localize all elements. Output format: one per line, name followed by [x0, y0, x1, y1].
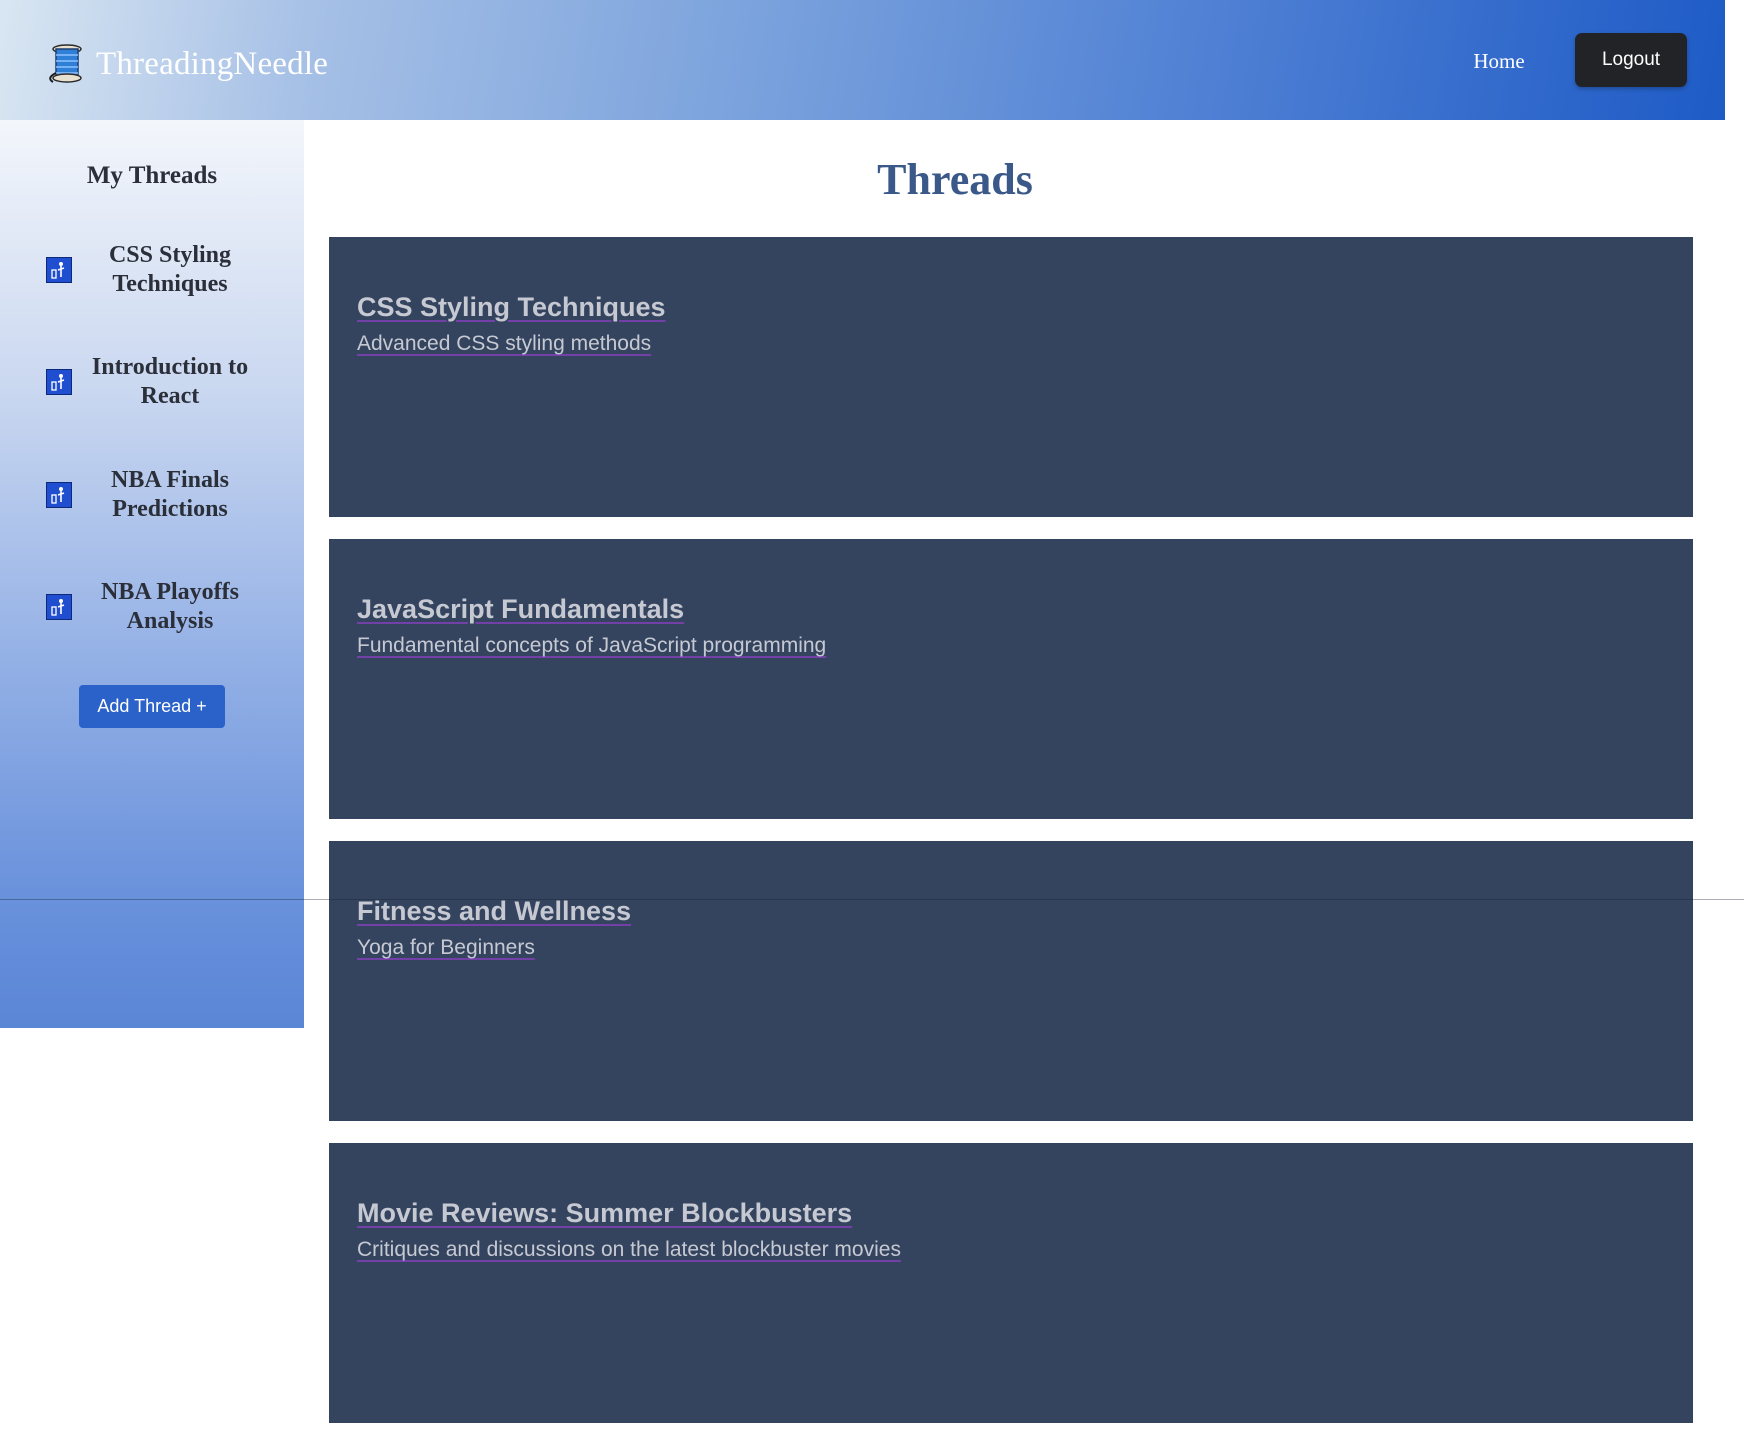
thread-card[interactable]: JavaScript Fundamentals Fundamental conc… [329, 539, 1693, 819]
top-header: ThreadingNeedle Home Logout [0, 0, 1725, 120]
thread-title[interactable]: Movie Reviews: Summer Blockbusters [357, 1198, 852, 1229]
sidebar-item-label: NBA Playoffs Analysis [101, 579, 239, 634]
thread-icon [46, 369, 72, 395]
thread-icon [46, 594, 72, 620]
thread-icon [46, 482, 72, 508]
page-title: Threads [877, 155, 1033, 204]
sidebar-item-label: NBA Finals Predictions [110, 467, 230, 522]
brand[interactable]: ThreadingNeedle [46, 40, 328, 88]
sidebar-item-css-styling-techniques[interactable]: CSS Styling Techniques [46, 238, 260, 302]
thread-title[interactable]: JavaScript Fundamentals [357, 594, 684, 625]
sidebar-title: My Threads [86, 162, 218, 189]
brand-name: ThreadingNeedle [96, 45, 329, 82]
spool-of-thread-icon [49, 44, 82, 83]
sidebar-item-label: CSS Styling Techniques [108, 242, 232, 297]
sidebar-item-nba-playoffs-analysis[interactable]: NBA Playoffs Analysis [46, 575, 260, 639]
thread-card[interactable]: Fitness and Wellness Yoga for Beginners [329, 841, 1693, 1121]
nav-home-link[interactable]: Home [1460, 44, 1538, 78]
sidebar: My Threads CSS Styling Techniques Introd… [0, 120, 304, 1028]
thread-description[interactable]: Critiques and discussions on the latest … [357, 1238, 901, 1262]
sidebar-item-label: Introduction to React [91, 354, 249, 409]
thread-title[interactable]: Fitness and Wellness [357, 896, 631, 927]
sidebar-item-introduction-to-react[interactable]: Introduction to React [46, 350, 260, 414]
thread-description[interactable]: Fundamental concepts of JavaScript progr… [357, 634, 826, 658]
thread-card[interactable]: CSS Styling Techniques Advanced CSS styl… [329, 237, 1693, 517]
add-thread-button[interactable]: Add Thread + [79, 685, 225, 728]
thread-title[interactable]: CSS Styling Techniques [357, 292, 666, 323]
thread-description[interactable]: Yoga for Beginners [357, 936, 535, 960]
divider-line [0, 899, 1744, 900]
sidebar-item-nba-finals-predictions[interactable]: NBA Finals Predictions [46, 463, 260, 527]
thread-icon [46, 257, 72, 283]
thread-description[interactable]: Advanced CSS styling methods [357, 332, 651, 356]
logout-button[interactable]: Logout [1575, 33, 1687, 87]
thread-card[interactable]: Movie Reviews: Summer Blockbusters Criti… [329, 1143, 1693, 1423]
